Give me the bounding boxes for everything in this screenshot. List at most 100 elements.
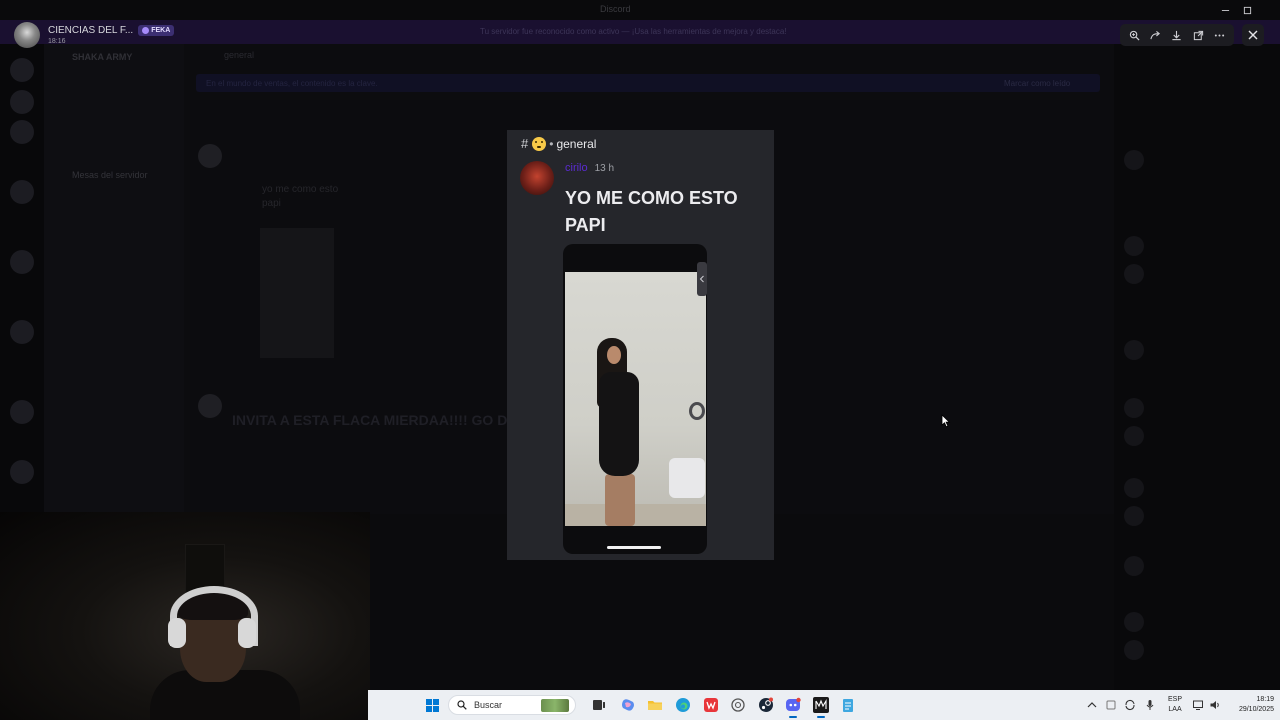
server-icon[interactable] [10, 90, 34, 114]
guild-name[interactable]: SHAKA ARMY [72, 52, 132, 62]
download-button[interactable] [1167, 26, 1187, 44]
taskbar-search[interactable]: Buscar [448, 695, 576, 715]
member-avatar[interactable] [1124, 478, 1144, 498]
server-tag-badge[interactable]: FEKA [138, 25, 175, 36]
file-explorer-button[interactable] [646, 696, 664, 714]
more-options-button[interactable] [1209, 26, 1229, 44]
video-person [593, 338, 647, 526]
wps-icon [704, 698, 718, 712]
member-avatar[interactable] [1124, 264, 1144, 284]
sync-icon[interactable] [1124, 699, 1136, 711]
video-object [689, 402, 705, 420]
server-tag-text: FEKA [151, 27, 171, 34]
zoom-button[interactable] [1125, 26, 1145, 44]
windows-taskbar: Buscar ESP LAA 18:19 29/10/2025 [368, 690, 1280, 720]
server-icon[interactable] [10, 58, 34, 82]
tray-app-icon[interactable] [1105, 699, 1117, 711]
member-avatar[interactable] [1124, 398, 1144, 418]
forward-icon [1150, 30, 1161, 39]
discord-icon [786, 697, 801, 711]
member-avatar[interactable] [1124, 236, 1144, 256]
copilot-button[interactable] [619, 696, 637, 714]
mark-read-link[interactable]: Marcar como leído [1004, 79, 1070, 88]
streaming-app-button[interactable] [812, 696, 830, 718]
server-icon[interactable] [10, 250, 34, 274]
minimize-icon [1221, 9, 1229, 11]
server-icon[interactable] [10, 120, 34, 144]
message-text: INVITA A ESTA FLACA MIERDAA!!!! GO D [232, 412, 508, 428]
chatgpt-button[interactable] [729, 696, 747, 714]
media-viewer-toolbar [1120, 24, 1234, 46]
member-avatar[interactable] [1124, 556, 1144, 576]
video-still [565, 272, 706, 526]
message-avatar[interactable] [198, 144, 222, 168]
keyboard-layout: LAA [1168, 706, 1182, 713]
phone-video-frame [563, 244, 707, 554]
app-logo-icon [813, 697, 829, 713]
member-avatar[interactable] [1124, 426, 1144, 446]
microphone-icon[interactable] [1144, 699, 1156, 711]
forward-button[interactable] [1146, 26, 1166, 44]
video-side-tab [697, 262, 707, 296]
open-external-button[interactable] [1188, 26, 1208, 44]
media-preview[interactable]: # • general cirilo 13 h YO ME COMO ESTO … [507, 130, 774, 560]
close-icon [1248, 30, 1258, 40]
folder-icon [648, 701, 662, 710]
member-avatar[interactable] [1124, 612, 1144, 632]
task-view-icon [593, 700, 605, 710]
windows-start-icon[interactable] [426, 699, 439, 712]
notepad-icon [843, 699, 853, 712]
preview-author-avatar [520, 161, 554, 195]
task-view-button[interactable] [590, 696, 608, 714]
maximize-button[interactable] [1236, 3, 1258, 17]
preview-channel-header: # • general [521, 136, 596, 151]
network-icon[interactable] [1192, 699, 1204, 711]
member-avatar[interactable] [1124, 340, 1144, 360]
maximize-icon [1243, 6, 1251, 14]
input-language-indicator[interactable]: ESP LAA [1168, 695, 1182, 715]
channel-hash-icon: # [521, 136, 529, 151]
edge-browser-button[interactable] [674, 696, 692, 714]
wps-office-button[interactable] [702, 696, 720, 714]
discord-button[interactable] [784, 696, 802, 718]
server-icon[interactable] [10, 180, 34, 204]
message-avatar[interactable] [198, 394, 222, 418]
message-attachment[interactable] [260, 228, 334, 358]
taskbar-clock[interactable]: 18:19 29/10/2025 [1226, 695, 1274, 715]
video-person-dress [599, 372, 639, 476]
minimize-button[interactable] [1214, 3, 1236, 17]
app-titlebar [0, 0, 1280, 20]
copilot-icon [622, 699, 634, 711]
headset-earcup-left [168, 618, 186, 648]
member-avatar[interactable] [1124, 640, 1144, 660]
search-highlight-image [541, 699, 569, 712]
headset-earcup-right [238, 618, 256, 648]
member-avatar[interactable] [1124, 150, 1144, 170]
notepad-button[interactable] [839, 696, 857, 714]
video-person-legs [605, 474, 635, 526]
server-banner-text: Tu servidor fue reconocido como activo —… [480, 27, 787, 36]
emoji-icon [532, 136, 547, 151]
server-icon[interactable] [10, 320, 34, 344]
steam-button[interactable] [757, 696, 775, 714]
video-person-face [607, 346, 621, 364]
author-name[interactable]: CIENCIAS DEL F... [48, 25, 133, 36]
server-icon[interactable] [10, 460, 34, 484]
media-viewer-author[interactable]: CIENCIAS DEL F... FEKA 18:16 [14, 22, 175, 48]
member-avatar[interactable] [1124, 506, 1144, 526]
server-icon[interactable] [10, 400, 34, 424]
volume-icon[interactable] [1209, 699, 1221, 711]
chevron-up-icon[interactable] [1086, 699, 1098, 711]
preview-author-row: cirilo 13 h [565, 162, 614, 174]
server-list [0, 44, 44, 514]
video-object [669, 458, 705, 498]
avatar[interactable] [14, 22, 40, 48]
system-notice-text: En el mundo de ventas, el contenido es l… [206, 79, 378, 88]
search-placeholder: Buscar [474, 700, 503, 710]
channel-item[interactable]: Mesas del servidor [72, 170, 148, 180]
chat-header: general [224, 50, 255, 60]
edge-icon [676, 698, 690, 712]
language-code: ESP [1168, 696, 1183, 703]
separator: • [549, 136, 554, 151]
close-viewer-button[interactable] [1242, 24, 1264, 46]
